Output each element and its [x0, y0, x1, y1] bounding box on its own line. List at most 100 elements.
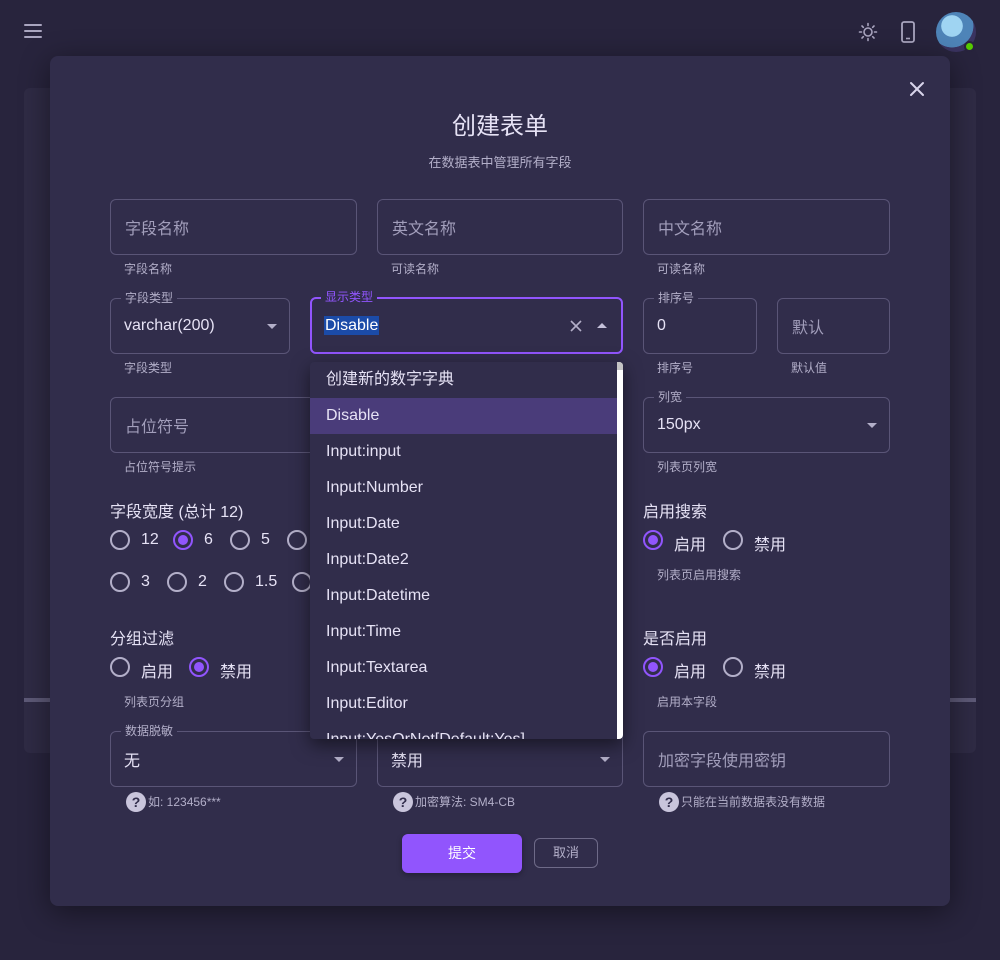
clear-icon[interactable]	[569, 319, 583, 333]
default-value-hint: 默认值	[791, 361, 828, 375]
display-type-dropdown: 创建新的数字字典 Disable Input:input Input:Numbe…	[310, 362, 623, 739]
encryption-key-input[interactable]: 加密字段使用密钥	[643, 731, 890, 787]
encryption-key-placeholder: 加密字段使用密钥	[658, 753, 787, 770]
field-width-label-5: 5	[261, 531, 270, 548]
encryption-key-hint: 只能在当前数据表没有数据	[681, 795, 826, 809]
hamburger-icon[interactable]	[24, 24, 42, 38]
chevron-down-icon	[867, 423, 877, 428]
chinese-name-input[interactable]: 中文名称	[643, 199, 890, 255]
default-value-placeholder: 默认	[792, 320, 825, 337]
field-width-radio-5[interactable]	[230, 530, 250, 550]
is-enabled-hint: 启用本字段	[657, 695, 718, 709]
dropdown-option-selected[interactable]: Disable	[310, 398, 617, 434]
field-width-label-2: 2	[198, 573, 207, 590]
field-name-input[interactable]: 字段名称	[110, 199, 357, 255]
english-name-placeholder: 英文名称	[392, 221, 457, 238]
top-bar	[0, 0, 1000, 64]
field-type-hint: 字段类型	[124, 361, 173, 375]
help-icon[interactable]: ?	[393, 792, 413, 812]
data-masking-hint: 如: 123456***	[148, 795, 221, 809]
english-name-hint: 可读名称	[391, 262, 440, 276]
field-width-radio-4[interactable]	[287, 530, 307, 550]
data-masking-label: 数据脱敏	[121, 724, 178, 738]
field-type-select[interactable]: 字段类型 varchar(200)	[110, 291, 290, 354]
field-width-radio-3[interactable]	[110, 572, 130, 592]
field-name-hint: 字段名称	[124, 262, 173, 276]
enable-search-radio-on[interactable]	[643, 530, 663, 550]
dropdown-option[interactable]: 创建新的数字字典	[310, 362, 617, 398]
chevron-down-icon	[267, 324, 277, 329]
group-filter-radio-on[interactable]	[110, 657, 130, 677]
is-enabled-label-on: 启用	[674, 664, 707, 681]
sort-order-input[interactable]: 排序号 0	[643, 291, 757, 354]
sort-order-hint: 排序号	[657, 361, 694, 375]
enable-search-hint: 列表页启用搜索	[657, 568, 742, 582]
dropdown-option[interactable]: Input:Datetime	[310, 578, 617, 614]
group-filter-hint: 列表页分组	[124, 695, 185, 709]
online-status-dot	[964, 41, 975, 52]
field-name-placeholder: 字段名称	[125, 221, 190, 238]
data-masking-select[interactable]: 数据脱敏 无	[110, 724, 357, 787]
default-value-input[interactable]: 默认	[777, 298, 890, 354]
is-enabled-radio-on[interactable]	[643, 657, 663, 677]
chevron-up-icon[interactable]	[597, 322, 607, 328]
display-type-select[interactable]: 显示类型 Disable	[310, 290, 623, 354]
phone-icon[interactable]	[898, 21, 918, 43]
sort-order-value: 0	[657, 317, 666, 334]
chevron-down-icon	[334, 757, 344, 762]
field-width-radio-6[interactable]	[173, 530, 193, 550]
field-width-label-1-5: 1.5	[255, 573, 278, 590]
dropdown-option[interactable]: Input:YesOrNot[Default:Yes]	[310, 722, 617, 739]
field-width-radio-1-5[interactable]	[224, 572, 244, 592]
dialog-subtitle: 在数据表中管理所有字段	[428, 155, 572, 170]
group-filter-label-off: 禁用	[220, 664, 253, 681]
enable-search-title: 启用搜索	[643, 504, 708, 521]
dropdown-option[interactable]: Input:Date2	[310, 542, 617, 578]
sort-order-label: 排序号	[654, 291, 699, 305]
field-width-radio-1[interactable]	[292, 572, 312, 592]
submit-button[interactable]: 提交	[402, 834, 522, 873]
help-icon[interactable]: ?	[659, 792, 679, 812]
enable-search-label-on: 启用	[674, 537, 707, 554]
encryption-select[interactable]: 禁用	[377, 731, 623, 787]
cancel-button[interactable]: 取消	[534, 838, 598, 868]
is-enabled-title: 是否启用	[643, 631, 708, 648]
chinese-name-hint: 可读名称	[657, 262, 706, 276]
field-width-radio-2[interactable]	[167, 572, 187, 592]
group-filter-radio-off[interactable]	[189, 657, 209, 677]
encryption-hint: 加密算法: SM4-CB	[415, 795, 516, 809]
group-filter-title: 分组过滤	[110, 631, 175, 648]
enable-search-radio-off[interactable]	[723, 530, 743, 550]
field-width-radio-12[interactable]	[110, 530, 130, 550]
english-name-input[interactable]: 英文名称	[377, 199, 623, 255]
field-width-label-3: 3	[141, 573, 150, 590]
dialog-title: 创建表单	[452, 113, 548, 140]
chevron-down-icon	[600, 757, 610, 762]
dropdown-scrollbar-thumb[interactable]	[617, 362, 623, 370]
group-filter-label-on: 启用	[141, 664, 174, 681]
field-type-label: 字段类型	[121, 291, 178, 305]
column-width-hint: 列表页列宽	[657, 460, 718, 474]
dropdown-option[interactable]: Input:Time	[310, 614, 617, 650]
placeholder-input-placeholder: 占位符号	[125, 419, 190, 436]
dropdown-option[interactable]: Input:Number	[310, 470, 617, 506]
dropdown-option[interactable]: Input:Textarea	[310, 650, 617, 686]
field-width-label-6: 6	[204, 531, 213, 548]
field-type-value: varchar(200)	[124, 317, 215, 334]
dropdown-option[interactable]: Input:Date	[310, 506, 617, 542]
column-width-value: 150px	[657, 416, 701, 433]
column-width-select[interactable]: 列宽 150px	[643, 390, 890, 453]
data-masking-value: 无	[124, 753, 141, 770]
column-width-label: 列宽	[654, 390, 687, 404]
field-width-label-12: 12	[141, 531, 159, 548]
is-enabled-radio-off[interactable]	[723, 657, 743, 677]
dropdown-scrollbar[interactable]	[617, 362, 623, 739]
dropdown-option[interactable]: Input:Editor	[310, 686, 617, 722]
chinese-name-placeholder: 中文名称	[658, 221, 723, 238]
display-type-value: Disable	[324, 315, 380, 335]
close-icon[interactable]	[906, 78, 928, 100]
dropdown-option[interactable]: Input:input	[310, 434, 617, 470]
sun-icon[interactable]	[858, 22, 878, 42]
help-icon[interactable]: ?	[126, 792, 146, 812]
placeholder-hint: 占位符号提示	[124, 460, 197, 474]
